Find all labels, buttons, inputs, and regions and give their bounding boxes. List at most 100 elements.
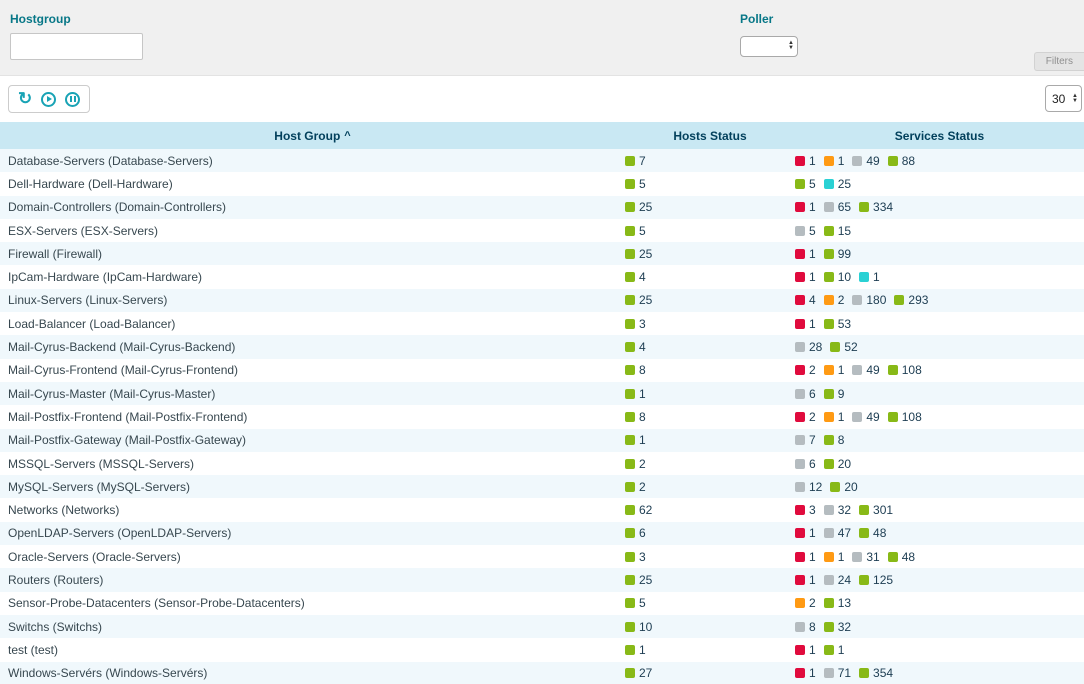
red-status-badge[interactable]: 1 [795,317,816,331]
host-group-link[interactable]: Mail-Cyrus-Master (Mail-Cyrus-Master) [8,387,215,401]
host-group-link[interactable]: test (test) [8,643,58,657]
red-status-badge[interactable]: 2 [795,410,816,424]
gray-status-badge[interactable]: 7 [795,433,816,447]
hostgroup-input[interactable] [10,33,143,60]
gray-status-badge[interactable]: 5 [795,224,816,238]
green-status-badge[interactable]: 108 [888,410,922,424]
red-status-badge[interactable]: 1 [795,643,816,657]
gray-status-badge[interactable]: 47 [824,526,851,540]
host-group-link[interactable]: Windows-Servérs (Windows-Servérs) [8,666,207,680]
green-status-badge[interactable]: 4 [625,340,646,354]
host-group-link[interactable]: Database-Servers (Database-Servers) [8,154,213,168]
green-status-badge[interactable]: 3 [625,550,646,564]
host-group-link[interactable]: Sensor-Probe-Datacenters (Sensor-Probe-D… [8,596,305,610]
red-status-badge[interactable]: 1 [795,573,816,587]
red-status-badge[interactable]: 1 [795,154,816,168]
column-header-host-group[interactable]: Host Group ^ [0,129,625,143]
orange-status-badge[interactable]: 1 [824,550,845,564]
gray-status-badge[interactable]: 49 [852,410,879,424]
host-group-link[interactable]: Mail-Cyrus-Frontend (Mail-Cyrus-Frontend… [8,363,238,377]
red-status-badge[interactable]: 1 [795,526,816,540]
green-status-badge[interactable]: 108 [888,363,922,377]
cyan-status-badge[interactable]: 1 [859,270,880,284]
green-status-badge[interactable]: 62 [625,503,652,517]
green-status-badge[interactable]: 334 [859,200,893,214]
green-status-badge[interactable]: 1 [625,433,646,447]
gray-status-badge[interactable]: 71 [824,666,851,680]
host-group-link[interactable]: Mail-Postfix-Frontend (Mail-Postfix-Fron… [8,410,247,424]
green-status-badge[interactable]: 88 [888,154,915,168]
host-group-link[interactable]: Firewall (Firewall) [8,247,102,261]
green-status-badge[interactable]: 5 [795,177,816,191]
host-group-link[interactable]: Routers (Routers) [8,573,103,587]
green-status-badge[interactable]: 293 [894,293,928,307]
host-group-link[interactable]: MSSQL-Servers (MSSQL-Servers) [8,457,194,471]
orange-status-badge[interactable]: 1 [824,154,845,168]
red-status-badge[interactable]: 1 [795,550,816,564]
green-status-badge[interactable]: 9 [824,387,845,401]
green-status-badge[interactable]: 5 [625,224,646,238]
red-status-badge[interactable]: 1 [795,247,816,261]
orange-status-badge[interactable]: 2 [795,596,816,610]
green-status-badge[interactable]: 27 [625,666,652,680]
column-header-hosts-status[interactable]: Hosts Status [625,129,795,143]
host-group-link[interactable]: MySQL-Servers (MySQL-Servers) [8,480,190,494]
green-status-badge[interactable]: 2 [625,480,646,494]
red-status-badge[interactable]: 1 [795,270,816,284]
green-status-badge[interactable]: 48 [859,526,886,540]
green-status-badge[interactable]: 8 [824,433,845,447]
host-group-link[interactable]: OpenLDAP-Servers (OpenLDAP-Servers) [8,526,231,540]
orange-status-badge[interactable]: 2 [824,293,845,307]
green-status-badge[interactable]: 32 [824,620,851,634]
green-status-badge[interactable]: 1 [824,643,845,657]
green-status-badge[interactable]: 5 [625,177,646,191]
orange-status-badge[interactable]: 1 [824,410,845,424]
gray-status-badge[interactable]: 32 [824,503,851,517]
host-group-link[interactable]: Networks (Networks) [8,503,119,517]
host-group-link[interactable]: Mail-Postfix-Gateway (Mail-Postfix-Gatew… [8,433,246,447]
red-status-badge[interactable]: 3 [795,503,816,517]
gray-status-badge[interactable]: 24 [824,573,851,587]
green-status-badge[interactable]: 2 [625,457,646,471]
green-status-badge[interactable]: 10 [824,270,851,284]
green-status-badge[interactable]: 99 [824,247,851,261]
gray-status-badge[interactable]: 180 [852,293,886,307]
gray-status-badge[interactable]: 6 [795,457,816,471]
green-status-badge[interactable]: 13 [824,596,851,610]
gray-status-badge[interactable]: 65 [824,200,851,214]
green-status-badge[interactable]: 6 [625,526,646,540]
gray-status-badge[interactable]: 31 [852,550,879,564]
green-status-badge[interactable]: 20 [830,480,857,494]
gray-status-badge[interactable]: 49 [852,363,879,377]
green-status-badge[interactable]: 20 [824,457,851,471]
green-status-badge[interactable]: 25 [625,200,652,214]
gray-status-badge[interactable]: 28 [795,340,822,354]
filters-button[interactable]: Filters [1034,52,1084,71]
green-status-badge[interactable]: 3 [625,317,646,331]
red-status-badge[interactable]: 4 [795,293,816,307]
red-status-badge[interactable]: 1 [795,666,816,680]
green-status-badge[interactable]: 4 [625,270,646,284]
host-group-link[interactable]: ESX-Servers (ESX-Servers) [8,224,158,238]
host-group-link[interactable]: IpCam-Hardware (IpCam-Hardware) [8,270,202,284]
green-status-badge[interactable]: 53 [824,317,851,331]
page-size-select[interactable]: 30 ▲▼ [1045,85,1082,112]
column-header-services-status[interactable]: Services Status [795,129,1084,143]
red-status-badge[interactable]: 2 [795,363,816,377]
green-status-badge[interactable]: 301 [859,503,893,517]
poller-select[interactable]: ▲▼ [740,36,798,57]
gray-status-badge[interactable]: 6 [795,387,816,401]
play-icon[interactable] [41,92,56,107]
gray-status-badge[interactable]: 12 [795,480,822,494]
green-status-badge[interactable]: 15 [824,224,851,238]
pause-icon[interactable] [65,92,80,107]
cyan-status-badge[interactable]: 25 [824,177,851,191]
green-status-badge[interactable]: 1 [625,643,646,657]
host-group-link[interactable]: Load-Balancer (Load-Balancer) [8,317,175,331]
host-group-link[interactable]: Linux-Servers (Linux-Servers) [8,293,167,307]
host-group-link[interactable]: Mail-Cyrus-Backend (Mail-Cyrus-Backend) [8,340,235,354]
green-status-badge[interactable]: 8 [625,363,646,377]
orange-status-badge[interactable]: 1 [824,363,845,377]
red-status-badge[interactable]: 1 [795,200,816,214]
host-group-link[interactable]: Oracle-Servers (Oracle-Servers) [8,550,181,564]
